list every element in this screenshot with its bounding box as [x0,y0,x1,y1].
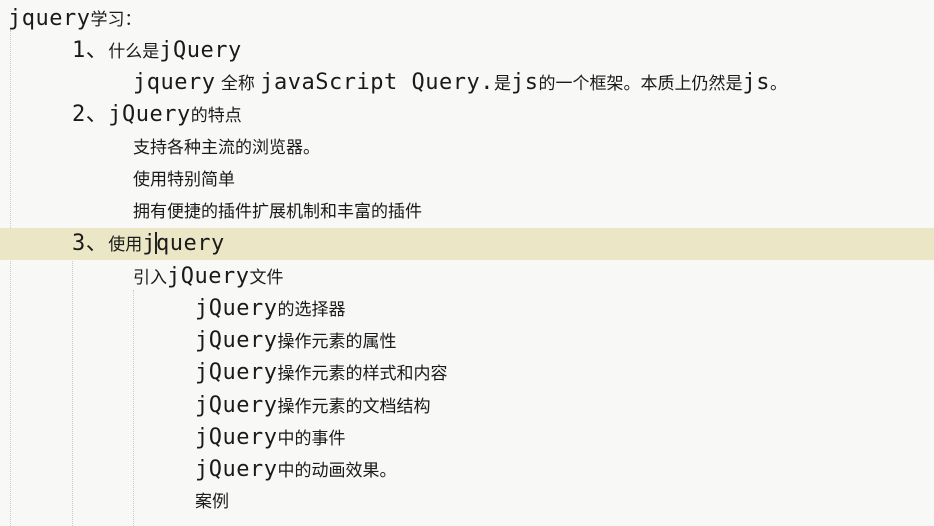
feature-item: 拥有便捷的插件扩展机制和丰富的插件 [133,202,422,222]
topic-item: jQuery操作元素的文档结构 [195,391,430,422]
topic-code: jQuery [195,296,278,321]
editor-line[interactable]: jquery 全称 javaScript Query.是js的一个框架。本质上仍… [0,68,934,98]
desc-code: javaScript Query. [260,70,494,95]
topic-text: 操作元素的样式和内容 [277,364,448,384]
section-2-heading: 2、jQuery的特点 [72,100,242,131]
editor-line[interactable]: jQuery的选择器 [0,294,934,324]
title-text: 学习： [90,10,142,30]
editor-line[interactable]: jQuery中的动画效果。 [0,455,934,485]
desc-code: jquery [133,70,216,95]
topic-item: jQuery中的事件 [195,423,345,454]
topic-text: 中的动画效果。 [277,461,397,481]
editor-line[interactable]: jQuery中的事件 [0,423,934,453]
editor-line[interactable]: 使用特别简单 [0,165,934,195]
topic-text: 的选择器 [277,300,346,320]
editor-line[interactable]: jquery学习： [0,4,934,34]
section-number: 3、 [72,231,109,256]
feature-item: 使用特别简单 [133,170,235,190]
section-3-intro: 引入jQuery文件 [133,262,283,293]
heading-code: query [156,231,225,256]
desc-text: 是 [493,74,511,94]
current-line[interactable]: 3、使用jquery [0,228,934,260]
intro-code: jQuery [167,264,250,289]
desc-code: js [742,70,770,95]
heading-code: jQuery [108,102,191,127]
editor-line[interactable]: 案例 [0,487,934,517]
editor-line[interactable]: 引入jQuery文件 [0,262,934,292]
editor-line[interactable]: jQuery操作元素的属性 [0,326,934,356]
topic-text: 中的事件 [277,429,346,449]
editor-line[interactable]: jQuery操作元素的样式和内容 [0,358,934,388]
topic-item: jQuery中的动画效果。 [195,455,396,486]
topic-text: 操作元素的文档结构 [277,397,431,417]
topic-text: 操作元素的属性 [277,332,397,352]
topic-code: jQuery [195,425,278,450]
title-code: jquery [8,6,91,31]
section-number: 2、 [72,102,109,127]
section-1-heading: 1、什么是jQuery [72,36,242,67]
heading-text: 使用 [108,235,143,255]
intro-text: 引入 [133,268,167,288]
heading-code: jQuery [159,38,242,63]
case-item: 案例 [195,492,229,512]
editor-line[interactable]: 支持各种主流的浏览器。 [0,133,934,163]
doc-title: jquery学习： [8,4,141,35]
editor-line[interactable]: 拥有便捷的插件扩展机制和丰富的插件 [0,197,934,227]
heading-text: 的特点 [190,106,242,126]
editor-line[interactable]: 2、jQuery的特点 [0,100,934,130]
editor-line[interactable]: jQuery操作元素的文档结构 [0,391,934,421]
editor-line[interactable]: 1、什么是jQuery [0,36,934,66]
desc-text: 全称 [215,74,261,94]
text-editor[interactable]: jquery学习： 1、什么是jQuery jquery 全称 javaScri… [0,0,934,526]
heading-code: j [142,231,156,256]
section-1-description: jquery 全称 javaScript Query.是js的一个框架。本质上仍… [133,68,787,99]
section-number: 1、 [72,38,109,63]
desc-text: 的一个框架。本质上仍然是 [538,74,743,94]
desc-code: js [510,70,539,95]
topic-item: jQuery的选择器 [195,294,345,325]
desc-text: 。 [769,74,787,94]
feature-item: 支持各种主流的浏览器。 [133,138,320,158]
topic-item: jQuery操作元素的属性 [195,326,396,357]
topic-item: jQuery操作元素的样式和内容 [195,358,447,389]
section-3-heading: 3、使用jquery [72,228,225,261]
topic-code: jQuery [195,328,278,353]
topic-code: jQuery [195,457,278,482]
topic-code: jQuery [195,393,278,418]
topic-code: jQuery [195,360,278,385]
intro-text: 文件 [249,268,284,288]
heading-text: 什么是 [108,42,160,62]
